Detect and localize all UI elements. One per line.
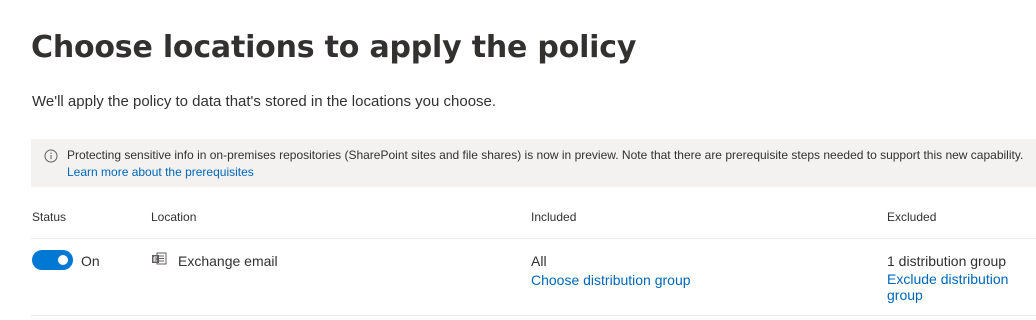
page-title: Choose locations to apply the policy (31, 30, 637, 65)
toggle-knob (58, 255, 68, 265)
page-description: We'll apply the policy to data that's st… (32, 93, 497, 110)
info-message-bar: Protecting sensitive info in on-premises… (31, 139, 1036, 187)
exchange-icon (152, 252, 167, 265)
header-divider (31, 238, 1036, 239)
exclude-distribution-group-link[interactable]: Exclude distribution group (887, 271, 1019, 303)
column-header-excluded: Excluded (887, 210, 937, 224)
row-divider (31, 315, 1036, 316)
included-value: All (531, 253, 547, 269)
column-header-status: Status (32, 210, 67, 224)
status-toggle-label: On (81, 253, 100, 269)
column-header-included: Included (531, 210, 577, 224)
info-message-text: Protecting sensitive info in on-premises… (67, 148, 1024, 162)
choose-distribution-group-link[interactable]: Choose distribution group (531, 271, 691, 289)
info-icon (44, 149, 58, 163)
status-toggle[interactable] (32, 250, 73, 270)
excluded-value: 1 distribution group (887, 253, 1007, 269)
learn-more-prerequisites-link[interactable]: Learn more about the prerequisites (67, 164, 254, 180)
location-name: Exchange email (178, 253, 278, 269)
column-header-location: Location (151, 210, 197, 224)
